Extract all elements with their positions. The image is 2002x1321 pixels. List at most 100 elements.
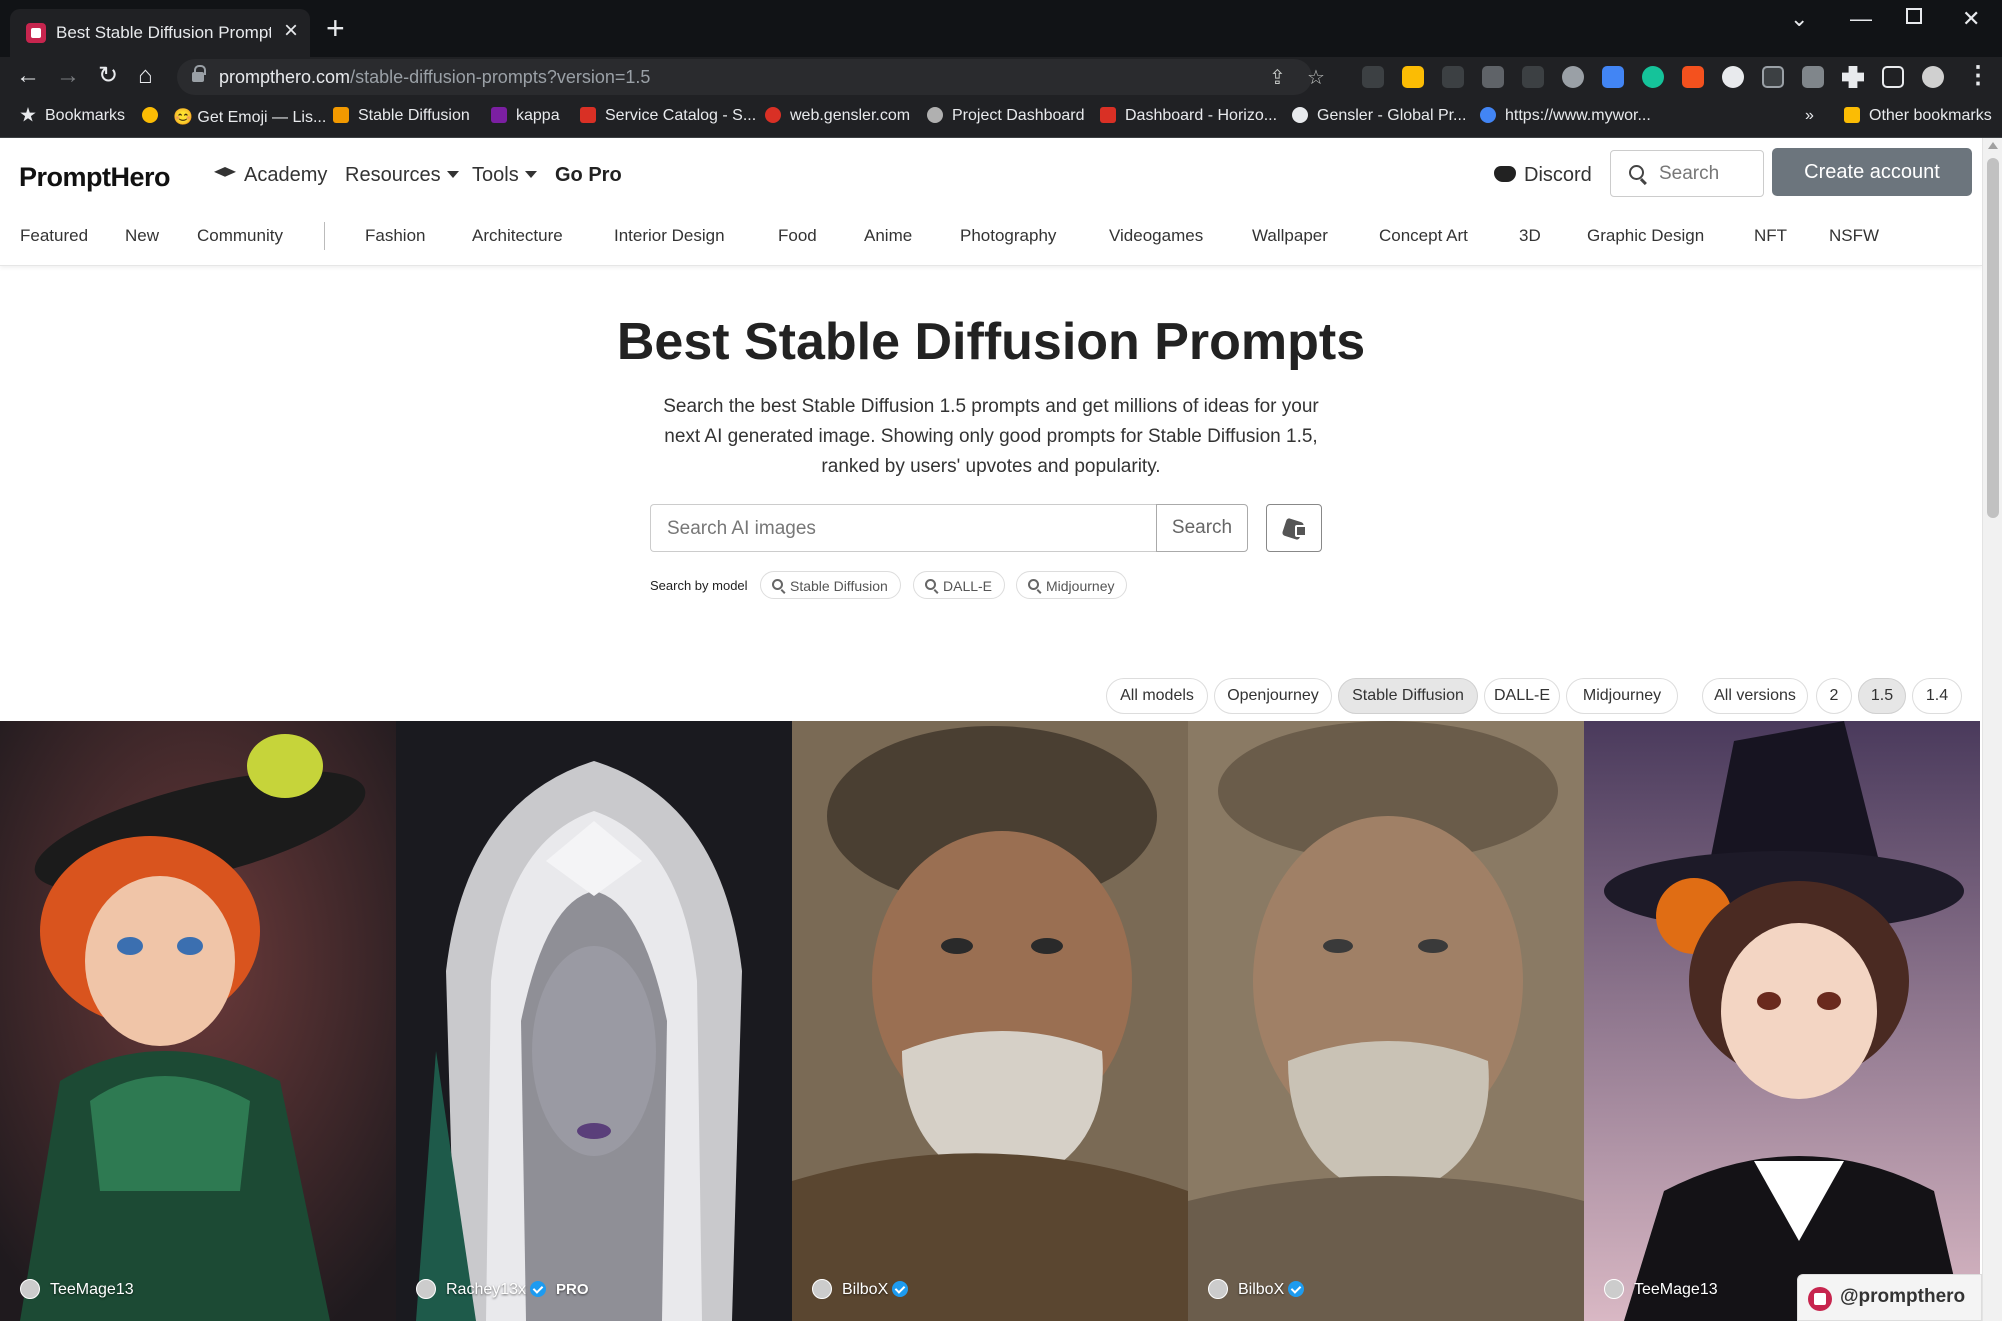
- model-pill-midjourney[interactable]: Midjourney: [1016, 571, 1128, 599]
- extension-sheets-icon[interactable]: [1402, 66, 1424, 88]
- filter-stable-diffusion[interactable]: Stable Diffusion: [1338, 678, 1478, 714]
- forward-icon[interactable]: →: [56, 61, 80, 91]
- prompthero-handle-badge[interactable]: @prompthero: [1797, 1274, 1982, 1321]
- category-concept-art[interactable]: Concept Art: [1379, 226, 1468, 246]
- filter-version-1-5[interactable]: 1.5: [1858, 678, 1906, 714]
- scroll-up-arrow-icon[interactable]: [1988, 142, 1998, 149]
- bookmark-item[interactable]: Dashboard - Horizo...: [1100, 107, 1277, 125]
- site-logo[interactable]: PromptHero: [19, 162, 171, 193]
- category-new[interactable]: New: [125, 226, 159, 246]
- create-account-button[interactable]: Create account: [1772, 148, 1972, 196]
- nav-go-pro[interactable]: Go Pro: [555, 164, 622, 187]
- extension-colorwheel-icon[interactable]: [1722, 66, 1744, 88]
- random-prompt-button[interactable]: [1266, 504, 1322, 552]
- browser-menu-icon[interactable]: ⋮: [1966, 61, 1990, 91]
- filter-version-1-4[interactable]: 1.4: [1912, 678, 1962, 714]
- side-panel-icon[interactable]: [1882, 66, 1904, 88]
- extension-gray-icon[interactable]: [1442, 66, 1464, 88]
- filter-version-2[interactable]: 2: [1816, 678, 1852, 714]
- filter-dall-e[interactable]: DALL-E: [1484, 678, 1560, 714]
- back-icon[interactable]: ←: [16, 61, 40, 91]
- model-pill-dall-e[interactable]: DALL-E: [913, 571, 1006, 599]
- bookmark-star-icon[interactable]: ☆: [1307, 65, 1325, 90]
- browser-tab[interactable]: Best Stable Diffusion Prompts - P ×: [10, 9, 310, 57]
- category-videogames[interactable]: Videogames: [1109, 226, 1203, 246]
- category-architecture[interactable]: Architecture: [472, 226, 563, 246]
- nav-academy[interactable]: Academy: [214, 164, 327, 187]
- other-bookmarks[interactable]: Other bookmarks: [1844, 107, 1992, 125]
- new-tab-icon[interactable]: +: [326, 12, 345, 44]
- card-author[interactable]: TeeMage13: [20, 1279, 134, 1299]
- tab-search-icon[interactable]: ⌄: [1790, 6, 1808, 32]
- nav-resources[interactable]: Resources: [345, 164, 459, 187]
- bookmark-item[interactable]: Gensler - Global Pr...: [1292, 107, 1466, 125]
- bookmark-item[interactable]: kappa: [491, 107, 560, 125]
- nav-discord[interactable]: Discord: [1494, 164, 1592, 187]
- discord-icon: [1494, 166, 1516, 182]
- extension-crop-icon[interactable]: [1762, 66, 1784, 88]
- bookmark-item[interactable]: Stable Diffusion: [333, 107, 470, 125]
- lock-icon[interactable]: [192, 65, 206, 83]
- card-author[interactable]: TeeMage13: [1604, 1279, 1718, 1299]
- prompt-card[interactable]: BilboX: [1188, 721, 1584, 1321]
- card-author-name: BilboX: [842, 1281, 889, 1298]
- category-anime[interactable]: Anime: [864, 226, 912, 246]
- home-icon[interactable]: ⌂: [138, 61, 153, 91]
- extension-pen-icon[interactable]: [1482, 66, 1504, 88]
- card-author[interactable]: Rachey13x PRO: [416, 1279, 589, 1299]
- extension-circle-icon[interactable]: [1562, 66, 1584, 88]
- category-3d[interactable]: 3D: [1519, 226, 1541, 246]
- prompt-card[interactable]: TeeMage13: [1584, 721, 1980, 1321]
- bookmark-item[interactable]: Project Dashboard: [927, 107, 1085, 125]
- filter-all-models[interactable]: All models: [1106, 678, 1208, 714]
- category-nsfw[interactable]: NSFW: [1829, 226, 1879, 246]
- reload-icon[interactable]: ↻: [98, 61, 118, 91]
- extension-layers-icon[interactable]: [1362, 66, 1384, 88]
- category-wallpaper[interactable]: Wallpaper: [1252, 226, 1328, 246]
- bookmark-item[interactable]: 😊 Get Emoji — Lis...: [173, 107, 326, 127]
- site-search-input[interactable]: Search: [1610, 150, 1764, 197]
- category-interior-design[interactable]: Interior Design: [614, 226, 725, 246]
- prompt-card[interactable]: TeeMage13: [0, 721, 396, 1321]
- share-icon[interactable]: ⇪: [1269, 65, 1286, 90]
- extension-k-icon[interactable]: [1802, 66, 1824, 88]
- extension-function-icon[interactable]: [1522, 66, 1544, 88]
- profile-avatar[interactable]: [1922, 66, 1944, 88]
- filter-midjourney[interactable]: Midjourney: [1566, 678, 1678, 714]
- filter-all-versions[interactable]: All versions: [1702, 678, 1808, 714]
- nav-tools[interactable]: Tools: [472, 164, 537, 187]
- bookmark-item[interactable]: web.gensler.com: [765, 107, 910, 125]
- extension-orange-icon[interactable]: [1682, 66, 1704, 88]
- category-fashion[interactable]: Fashion: [365, 226, 425, 246]
- category-featured[interactable]: Featured: [20, 226, 88, 246]
- card-author[interactable]: BilboX: [1208, 1279, 1305, 1299]
- grammarly-icon[interactable]: [1642, 66, 1664, 88]
- category-food[interactable]: Food: [778, 226, 817, 246]
- page-scrollbar[interactable]: [1982, 138, 2002, 1321]
- filter-openjourney[interactable]: Openjourney: [1214, 678, 1332, 714]
- model-pill-stable-diffusion[interactable]: Stable Diffusion: [760, 571, 901, 599]
- extension-blue-icon[interactable]: [1602, 66, 1624, 88]
- minimize-icon[interactable]: —: [1850, 6, 1872, 32]
- more-bookmarks-button[interactable]: »: [1805, 107, 1814, 125]
- category-community[interactable]: Community: [197, 226, 283, 246]
- bookmark-item[interactable]: Service Catalog - S...: [580, 107, 756, 125]
- scrollbar-thumb[interactable]: [1987, 158, 1999, 518]
- ai-image-search-input[interactable]: Search AI images: [650, 504, 1156, 552]
- close-tab-icon[interactable]: ×: [284, 19, 298, 43]
- bookmark-item[interactable]: https://www.mywor...: [1480, 107, 1651, 125]
- category-graphic-design[interactable]: Graphic Design: [1587, 226, 1704, 246]
- bookmark-item[interactable]: Bookmarks: [20, 107, 125, 125]
- search-button[interactable]: Search: [1156, 504, 1248, 552]
- close-window-icon[interactable]: ✕: [1962, 6, 1980, 32]
- nav-resources-label: Resources: [345, 164, 441, 186]
- prompt-card[interactable]: BilboX: [792, 721, 1188, 1321]
- address-bar[interactable]: prompthero.com/stable-diffusion-prompts?…: [177, 59, 1325, 95]
- extensions-puzzle-icon[interactable]: [1842, 66, 1864, 88]
- category-photography[interactable]: Photography: [960, 226, 1056, 246]
- bookmark-item[interactable]: [142, 107, 167, 125]
- prompt-card[interactable]: Rachey13x PRO: [396, 721, 792, 1321]
- card-author[interactable]: BilboX: [812, 1279, 909, 1299]
- category-nft[interactable]: NFT: [1754, 226, 1787, 246]
- maximize-icon[interactable]: [1906, 8, 1922, 24]
